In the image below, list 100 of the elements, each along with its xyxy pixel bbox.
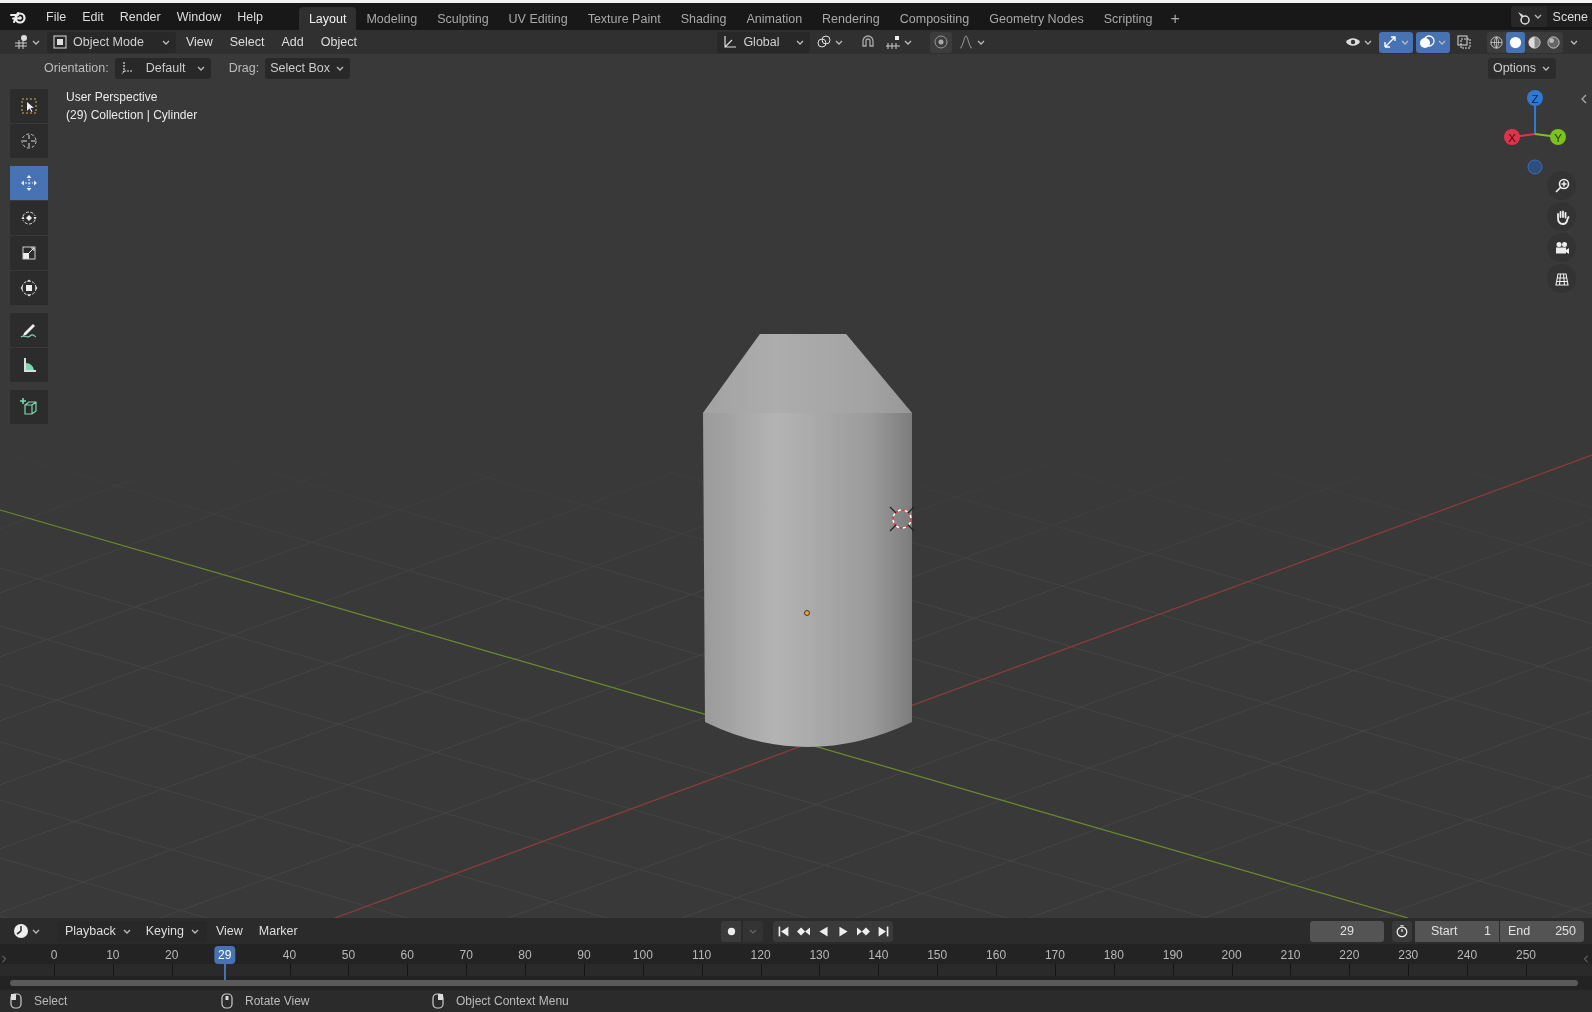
chevron-right-icon [0, 954, 8, 964]
menu-item[interactable]: Select [222, 31, 272, 53]
scene-name-field[interactable]: Scene [1546, 6, 1592, 27]
frame-number: 190 [1162, 948, 1183, 962]
workspace-tab[interactable]: Geometry Nodes [979, 7, 1094, 30]
menu-item[interactable]: Render [111, 5, 169, 28]
menu-item[interactable]: View [208, 920, 250, 942]
workspace-tab[interactable]: Texture Paint [577, 7, 671, 30]
menu-item[interactable]: File [38, 5, 75, 28]
frame-number: 250 [1516, 948, 1536, 962]
add-cube-icon [19, 397, 39, 417]
workspace-tab[interactable]: Modeling [356, 7, 428, 30]
half-shaded-sphere-icon [1527, 34, 1542, 50]
frame-number: 240 [1457, 948, 1478, 962]
target-dot-icon [932, 34, 949, 50]
workspace-tab[interactable]: Rendering [812, 7, 890, 30]
rotate-tool[interactable] [10, 201, 48, 235]
navigation-gizmo[interactable]: X Y Z [1504, 90, 1566, 175]
options-dropdown[interactable]: Options [1487, 57, 1556, 79]
play-reverse-icon [816, 924, 830, 938]
frame-number: 210 [1280, 948, 1301, 962]
camera-view-button[interactable] [1547, 233, 1576, 262]
view-name: User Perspective [66, 89, 159, 106]
workspace-tab[interactable]: Animation [736, 7, 813, 30]
pan-button[interactable] [1547, 202, 1576, 231]
current-frame-field[interactable]: 29 [1310, 920, 1384, 942]
axis-label: Y [1554, 131, 1562, 144]
workspace-tab[interactable]: Scripting [1093, 7, 1163, 30]
add-cube-tool[interactable] [10, 390, 48, 424]
rotate-icon [19, 208, 39, 228]
chevron-left-icon [1579, 94, 1589, 104]
orientation-dropdown[interactable]: Default [114, 57, 211, 79]
gizmo-toggle[interactable] [1379, 31, 1413, 53]
frame-number: 110 [692, 948, 712, 962]
cursor-tool[interactable] [10, 124, 48, 158]
clock-icon [13, 923, 29, 939]
workspace-tab[interactable]: Compositing [889, 7, 980, 30]
playhead[interactable]: 29 [214, 946, 236, 964]
linked-circles-icon [815, 34, 832, 50]
movie-camera-icon [1553, 239, 1570, 256]
drag-dropdown[interactable]: Select Box [265, 57, 350, 79]
orientation-dropdown[interactable]: Global [717, 31, 810, 53]
auto-keying-toggle[interactable] [721, 920, 742, 942]
menu-item[interactable]: Add [274, 31, 311, 53]
xray-squares-icon [1456, 34, 1472, 50]
menu-item[interactable]: Marker [251, 920, 305, 942]
menu-item[interactable]: Edit [74, 5, 112, 28]
scene-selector-button[interactable] [1510, 6, 1547, 27]
scrollbar[interactable] [10, 980, 1578, 986]
proportional-edit-toggle[interactable] [929, 31, 952, 53]
grid-icon [1553, 270, 1570, 287]
menu-item[interactable]: Window [168, 5, 230, 28]
falloff-curve-icon [957, 34, 974, 50]
preview-range-toggle[interactable] [1392, 920, 1412, 942]
status-hint: Select [34, 994, 68, 1008]
start-frame-field[interactable]: Start 1 [1415, 920, 1499, 942]
end-frame-field[interactable]: End 250 [1500, 920, 1584, 942]
add-workspace-button[interactable]: + [1162, 7, 1188, 30]
solid-shading-button[interactable] [1506, 31, 1525, 53]
zoom-button[interactable] [1547, 171, 1576, 200]
menu-item[interactable]: Help [229, 5, 271, 28]
mouse-icon [221, 993, 233, 1009]
skip-forward-icon [876, 924, 890, 938]
menu-dropdown[interactable]: Keying [138, 920, 207, 942]
frame-number: 10 [106, 948, 120, 962]
orientation-label: Orientation: [44, 61, 109, 75]
workspace-tab[interactable]: UV Editing [498, 7, 578, 30]
workspace-tab[interactable]: Sculpting [427, 7, 499, 30]
frame-number: 40 [282, 948, 297, 962]
object-info: (29) Collection | Cylinder [66, 107, 198, 124]
gizmo-arrows-icon [1382, 34, 1398, 50]
move-tool[interactable] [10, 166, 48, 200]
measure-tool[interactable] [10, 348, 48, 382]
caret-icon [1532, 12, 1543, 21]
menu-item[interactable]: Object [313, 31, 364, 53]
overlays-toggle[interactable] [1416, 31, 1450, 53]
menu-dropdown[interactable]: Playback [58, 920, 139, 942]
frame-number: 230 [1398, 948, 1419, 962]
frame-number: 60 [400, 948, 414, 962]
frame-number: 150 [927, 948, 948, 962]
object-mode-icon [52, 34, 68, 50]
skip-back-icon [776, 924, 790, 938]
menu-item[interactable]: View [178, 31, 220, 53]
frame-number: 120 [750, 948, 771, 962]
transform-tool[interactable] [10, 271, 48, 305]
origin-point [804, 610, 810, 616]
transform-icon [19, 278, 39, 298]
annotate-tool[interactable] [10, 313, 48, 347]
workspace-tab[interactable]: Shading [670, 7, 737, 30]
mode-dropdown[interactable]: Object Mode [47, 31, 176, 53]
3d-cursor-icon [889, 506, 915, 532]
play-icon [836, 924, 850, 938]
overlapping-circles-icon [1419, 34, 1435, 50]
scale-tool[interactable] [10, 236, 48, 270]
perspective-toggle-button[interactable] [1547, 264, 1576, 293]
select-box-tool[interactable] [10, 89, 48, 123]
snap-grid-icon [884, 34, 901, 50]
workspace-tab[interactable]: Layout [298, 7, 357, 30]
select-box-icon [19, 96, 39, 116]
stopwatch-icon [1395, 924, 1409, 938]
